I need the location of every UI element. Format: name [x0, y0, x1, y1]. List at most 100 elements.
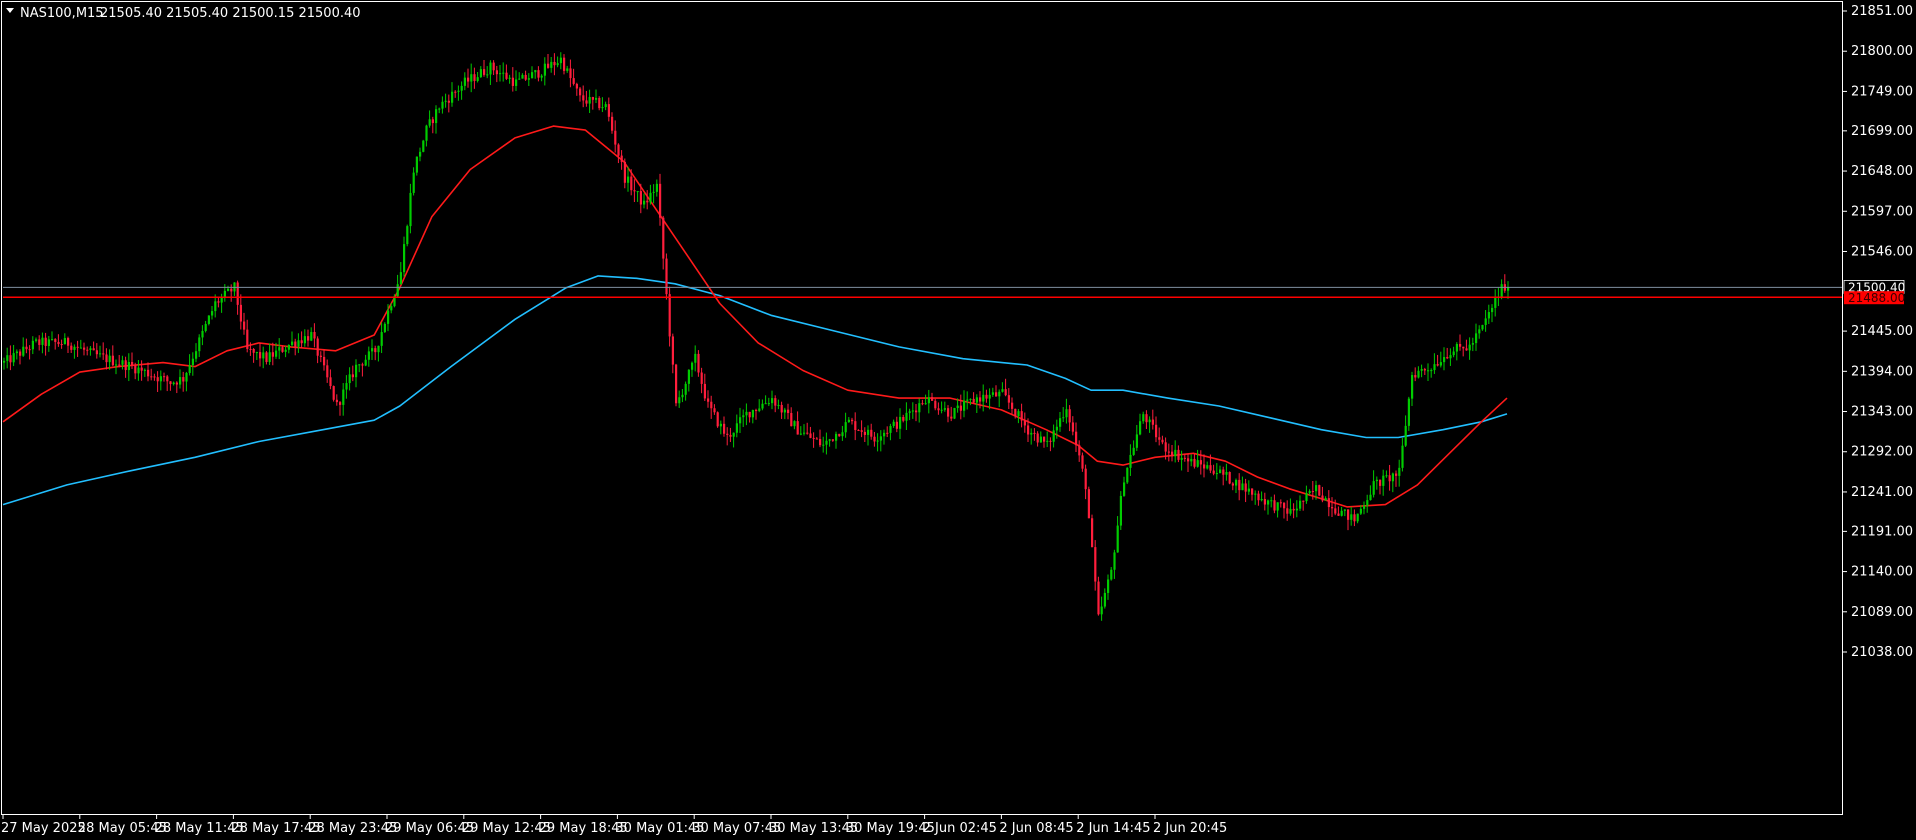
candle-body: [742, 415, 745, 418]
candle-body: [83, 347, 86, 350]
candle-body: [438, 108, 441, 110]
candle-body: [31, 340, 34, 350]
candle-body: [67, 338, 70, 346]
candle-body: [1043, 436, 1046, 442]
candle-body: [1039, 436, 1042, 443]
candle-body: [1305, 493, 1308, 502]
candle-body: [588, 97, 591, 104]
candle-body: [1395, 473, 1398, 476]
candle-body: [1283, 502, 1286, 509]
candle-body: [137, 367, 140, 374]
candle-body: [60, 344, 63, 346]
candle-body: [1257, 493, 1260, 501]
candle-body: [521, 74, 524, 79]
candle-body: [1420, 369, 1423, 371]
chart-background: [0, 0, 1916, 840]
candle-body: [28, 349, 31, 351]
candle-body: [220, 297, 223, 303]
candle-body: [1139, 421, 1142, 435]
candle-body: [1027, 425, 1030, 435]
candle-body: [115, 364, 118, 366]
candle-body: [249, 348, 252, 350]
candle-body: [611, 116, 614, 131]
candle-body: [460, 85, 463, 91]
candle-body: [1142, 414, 1145, 422]
candle-body: [134, 365, 137, 374]
candle-body: [147, 369, 150, 377]
candle-body: [1113, 552, 1116, 570]
candle-body: [243, 321, 246, 330]
candle-body: [876, 440, 879, 442]
candle-body: [854, 421, 857, 431]
x-tick-label: 2 Jun 20:45: [1153, 821, 1227, 836]
candle-body: [697, 353, 700, 373]
candle-body: [675, 364, 678, 404]
y-tick-label: 21546.00: [1851, 244, 1913, 259]
candle-body: [1439, 362, 1442, 366]
candle-body: [172, 382, 175, 385]
candle-body: [1228, 472, 1231, 484]
candle-body: [1247, 488, 1250, 492]
candle-body: [867, 429, 870, 435]
candle-body: [163, 376, 166, 378]
candle-body: [975, 397, 978, 403]
candle-body: [886, 432, 889, 434]
candle-body: [451, 91, 454, 103]
candle-body: [601, 107, 604, 109]
candle-body: [396, 284, 399, 297]
candle-body: [297, 340, 300, 347]
candle-body: [1475, 333, 1478, 344]
x-tick-label: 27 May 2025: [1, 821, 86, 836]
candle-body: [399, 272, 402, 285]
candle-body: [326, 365, 329, 378]
candle-body: [1078, 445, 1081, 456]
candle-body: [364, 359, 367, 366]
candle-body: [374, 348, 377, 353]
y-tick-label: 21343.00: [1851, 405, 1913, 420]
candle-body: [1059, 418, 1062, 427]
candle-body: [726, 433, 729, 435]
candle-body: [947, 408, 950, 417]
candle-body: [691, 362, 694, 370]
candle-body: [470, 74, 473, 82]
candle-body: [815, 438, 818, 440]
candle-body: [166, 376, 169, 382]
candle-body: [486, 74, 489, 76]
candle-body: [41, 337, 44, 345]
candle-body: [1055, 426, 1058, 431]
candle-body: [1260, 499, 1263, 501]
y-tick-label: 21445.00: [1851, 324, 1913, 339]
candle-body: [556, 63, 559, 66]
candle-body: [323, 356, 326, 366]
price-chart[interactable]: 21851.00 21800.00 21749.00 21699.00 21648.00…: [0, 0, 1916, 840]
candle-body: [1443, 357, 1446, 363]
candle-body: [1487, 312, 1490, 319]
y-tick-label: 21851.00: [1851, 4, 1913, 19]
symbol-label: NAS100,M15: [20, 6, 104, 21]
candle-body: [995, 392, 998, 397]
candle-body: [639, 191, 642, 205]
candle-body: [483, 69, 486, 75]
candle-body: [255, 352, 258, 354]
candle-body: [1369, 494, 1372, 501]
candle-body: [627, 176, 630, 183]
candle-body: [972, 398, 975, 403]
candle-body: [89, 348, 92, 350]
candle-body: [585, 100, 588, 104]
candle-body: [1030, 432, 1033, 435]
candle-body: [1110, 569, 1113, 580]
candle-body: [934, 400, 937, 409]
candle-body: [307, 336, 310, 341]
candle-body: [121, 360, 124, 365]
candle-body: [1388, 475, 1391, 482]
candle-body: [131, 361, 134, 366]
candle-body: [1459, 343, 1462, 347]
candle-body: [1219, 469, 1222, 474]
candle-body: [361, 364, 364, 366]
candle-body: [1273, 500, 1276, 511]
candle-body: [767, 403, 770, 405]
candle-body: [1417, 370, 1420, 378]
candle-body: [313, 332, 316, 339]
y-tick-label: 21140.00: [1851, 565, 1913, 580]
candle-body: [777, 404, 780, 406]
